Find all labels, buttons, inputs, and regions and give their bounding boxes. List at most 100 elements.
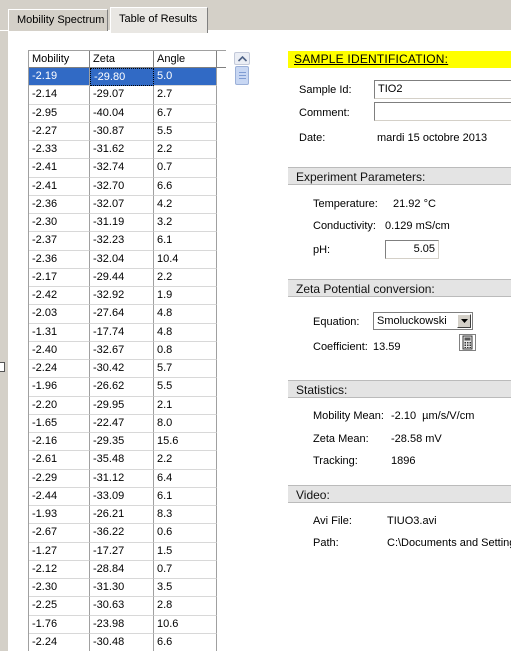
zeta-cell[interactable]: -30.87 [90,122,154,141]
angle-cell[interactable]: 3.2 [154,214,217,233]
table-row[interactable]: -1.93 -26.21 8.3 [29,506,226,525]
angle-cell[interactable]: 6.4 [154,469,217,488]
table-row[interactable]: -2.17 -29.44 2.2 [29,268,226,287]
table-row[interactable]: -2.36 -32.04 10.4 [29,250,226,269]
comment-field[interactable] [374,102,511,121]
zeta-cell[interactable]: -29.95 [90,396,154,415]
angle-cell[interactable]: 6.7 [154,104,217,123]
mobility-cell[interactable]: -2.25 [29,597,90,616]
mobility-cell[interactable]: -2.36 [29,250,90,269]
angle-cell[interactable]: 6.6 [154,177,217,196]
angle-cell[interactable]: 6.1 [154,487,217,506]
zeta-cell[interactable]: -32.74 [90,159,154,178]
zeta-cell[interactable]: -32.23 [90,232,154,251]
mobility-cell[interactable]: -2.33 [29,141,90,160]
mobility-cell[interactable]: -2.14 [29,86,90,105]
zeta-cell[interactable]: -29.80 [90,68,154,87]
mobility-cell[interactable]: -2.44 [29,487,90,506]
angle-cell[interactable]: 1.9 [154,287,217,306]
zeta-cell[interactable]: -31.12 [90,469,154,488]
table-row[interactable]: -1.27 -17.27 1.5 [29,542,226,561]
mobility-cell[interactable]: -2.20 [29,396,90,415]
zeta-cell[interactable]: -35.48 [90,451,154,470]
zeta-cell[interactable]: -17.27 [90,542,154,561]
mobility-cell[interactable]: -2.17 [29,268,90,287]
zeta-cell[interactable]: -29.07 [90,86,154,105]
zeta-cell[interactable]: -31.30 [90,579,154,598]
table-row[interactable]: -2.24 -30.42 5.7 [29,360,226,379]
angle-cell[interactable]: 4.2 [154,195,217,214]
table-row[interactable]: -2.25 -30.63 2.8 [29,597,226,616]
table-row[interactable]: -2.37 -32.23 6.1 [29,232,226,251]
angle-cell[interactable]: 2.2 [154,451,217,470]
angle-cell[interactable]: 2.2 [154,268,217,287]
zeta-cell[interactable]: -36.22 [90,524,154,543]
mobility-cell[interactable]: -1.27 [29,542,90,561]
mobility-cell[interactable]: -2.29 [29,469,90,488]
zeta-cell[interactable]: -26.62 [90,378,154,397]
angle-cell[interactable]: 10.4 [154,250,217,269]
table-row[interactable]: -2.19 -29.80 5.0 [29,68,226,87]
table-row[interactable]: -2.20 -29.95 2.1 [29,396,226,415]
results-table[interactable]: Mobility Zeta Angle -2.19 -29.80 5.0 -2.14-… [28,50,226,651]
angle-cell[interactable]: 4.8 [154,305,217,324]
angle-cell[interactable]: 15.6 [154,433,217,452]
table-row[interactable]: -2.24 -30.48 6.6 [29,633,226,651]
mobility-cell[interactable]: -2.42 [29,287,90,306]
column-header-zeta[interactable]: Zeta [90,51,154,67]
angle-cell[interactable]: 8.0 [154,414,217,433]
mobility-cell[interactable]: -2.24 [29,633,90,651]
scroll-thumb[interactable] [235,66,249,85]
mobility-cell[interactable]: -2.36 [29,195,90,214]
zeta-cell[interactable]: -31.62 [90,141,154,160]
table-row[interactable]: -2.36 -32.07 4.2 [29,195,226,214]
zeta-cell[interactable]: -29.44 [90,268,154,287]
tab-mobility-spectrum[interactable]: Mobility Spectrum [8,9,108,31]
zeta-cell[interactable]: -30.42 [90,360,154,379]
angle-cell[interactable]: 5.5 [154,378,217,397]
angle-cell[interactable]: 4.8 [154,323,217,342]
angle-cell[interactable]: 2.1 [154,396,217,415]
table-row[interactable]: -2.67 -36.22 0.6 [29,524,226,543]
zeta-cell[interactable]: -33.09 [90,487,154,506]
mobility-cell[interactable]: -2.30 [29,214,90,233]
angle-cell[interactable]: 6.6 [154,633,217,651]
angle-cell[interactable]: 6.1 [154,232,217,251]
table-row[interactable]: -1.96 -26.62 5.5 [29,378,226,397]
dropdown-arrow-button[interactable] [457,314,471,328]
table-row[interactable]: -2.12 -28.84 0.7 [29,560,226,579]
table-row[interactable]: -2.30 -31.30 3.5 [29,579,226,598]
mobility-cell[interactable]: -2.24 [29,360,90,379]
table-row[interactable]: -2.14 -29.07 2.7 [29,86,226,105]
zeta-cell[interactable]: -32.92 [90,287,154,306]
column-header-angle[interactable]: Angle [154,51,217,67]
table-row[interactable]: -2.16 -29.35 15.6 [29,433,226,452]
table-row[interactable]: -1.76 -23.98 10.6 [29,615,226,634]
ph-field[interactable]: 5.05 [385,240,439,259]
table-row[interactable]: -2.27 -30.87 5.5 [29,122,226,141]
zeta-cell[interactable]: -40.04 [90,104,154,123]
zeta-cell[interactable]: -23.98 [90,615,154,634]
zeta-cell[interactable]: -26.21 [90,506,154,525]
mobility-cell[interactable]: -2.19 [29,68,90,87]
mobility-cell[interactable]: -1.65 [29,414,90,433]
angle-cell[interactable]: 8.3 [154,506,217,525]
table-row[interactable]: -2.41 -32.70 6.6 [29,177,226,196]
mobility-cell[interactable]: -2.67 [29,524,90,543]
mobility-cell[interactable]: -2.40 [29,341,90,360]
mobility-cell[interactable]: -2.03 [29,305,90,324]
angle-cell[interactable]: 0.7 [154,159,217,178]
table-row[interactable]: -2.61 -35.48 2.2 [29,451,226,470]
column-header-mobility[interactable]: Mobility [29,51,90,67]
mobility-cell[interactable]: -2.95 [29,104,90,123]
zeta-cell[interactable]: -30.63 [90,597,154,616]
mobility-cell[interactable]: -2.37 [29,232,90,251]
zeta-cell[interactable]: -22.47 [90,414,154,433]
angle-cell[interactable]: 2.8 [154,597,217,616]
table-row[interactable]: -2.29 -31.12 6.4 [29,469,226,488]
mobility-cell[interactable]: -2.16 [29,433,90,452]
angle-cell[interactable]: 1.5 [154,542,217,561]
mobility-cell[interactable]: -2.41 [29,159,90,178]
zeta-cell[interactable]: -31.19 [90,214,154,233]
table-row[interactable]: -2.03 -27.64 4.8 [29,305,226,324]
